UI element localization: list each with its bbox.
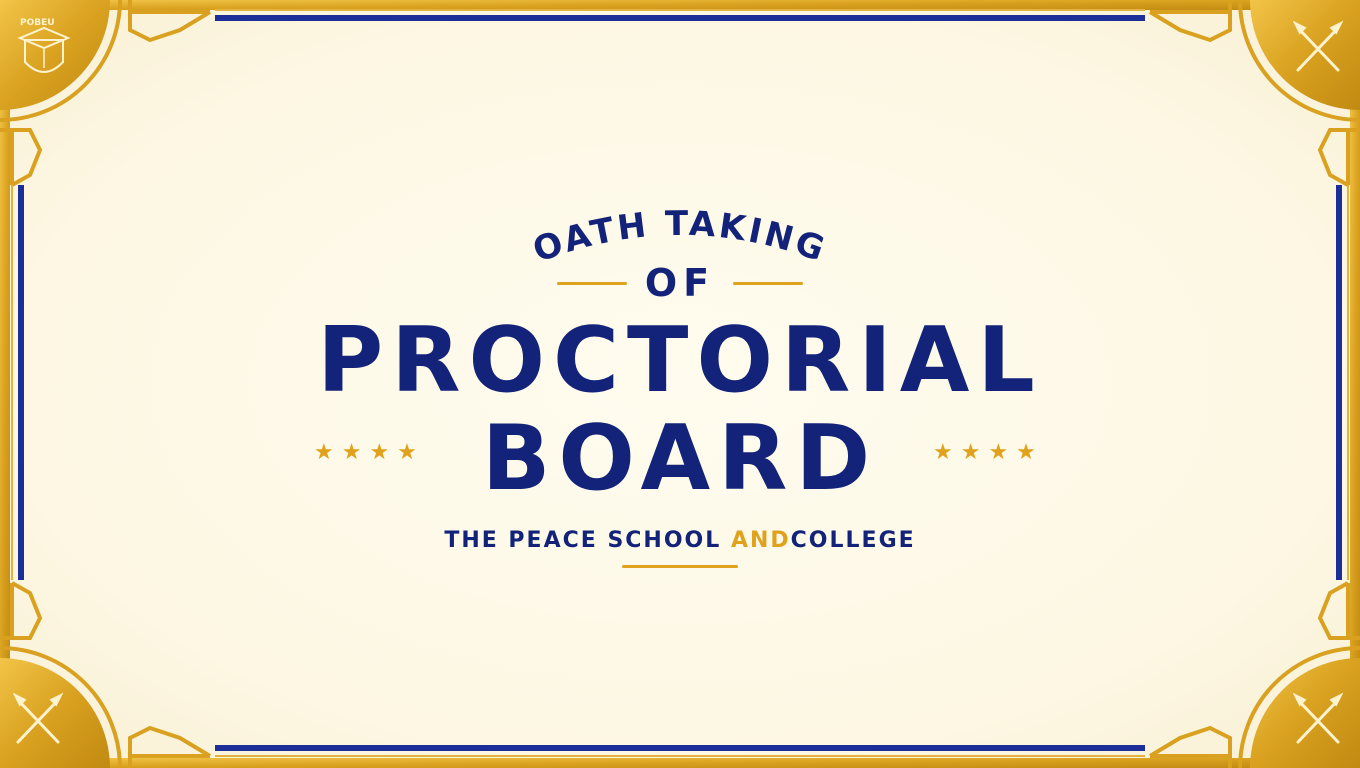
stars-left: ★★★★ bbox=[314, 440, 425, 465]
subtitle: THE PEACE SCHOOL ANDCOLLEGE bbox=[0, 528, 1360, 553]
subtitle-part-1: THE PEACE SCHOOL bbox=[444, 528, 722, 553]
subtitle-accent: AND bbox=[730, 528, 791, 553]
title-line-1: PROCTORIAL bbox=[317, 308, 1043, 413]
title-line-2: BOARD bbox=[481, 406, 879, 511]
slide-canvas: POBEU OATH TAKING OF PROCTORIAL BOARD ★★… bbox=[0, 0, 1360, 768]
connector-line: OF bbox=[540, 258, 820, 308]
right-rule bbox=[733, 281, 804, 285]
subtitle-rule bbox=[622, 565, 738, 568]
subtitle-part-2: COLLEGE bbox=[790, 528, 916, 553]
left-rule bbox=[556, 281, 627, 285]
connector-text: OF bbox=[644, 261, 716, 305]
title-block: OATH TAKING OF PROCTORIAL BOARD ★★★★ ★★★… bbox=[0, 0, 1360, 768]
stars-right: ★★★★ bbox=[933, 440, 1044, 465]
